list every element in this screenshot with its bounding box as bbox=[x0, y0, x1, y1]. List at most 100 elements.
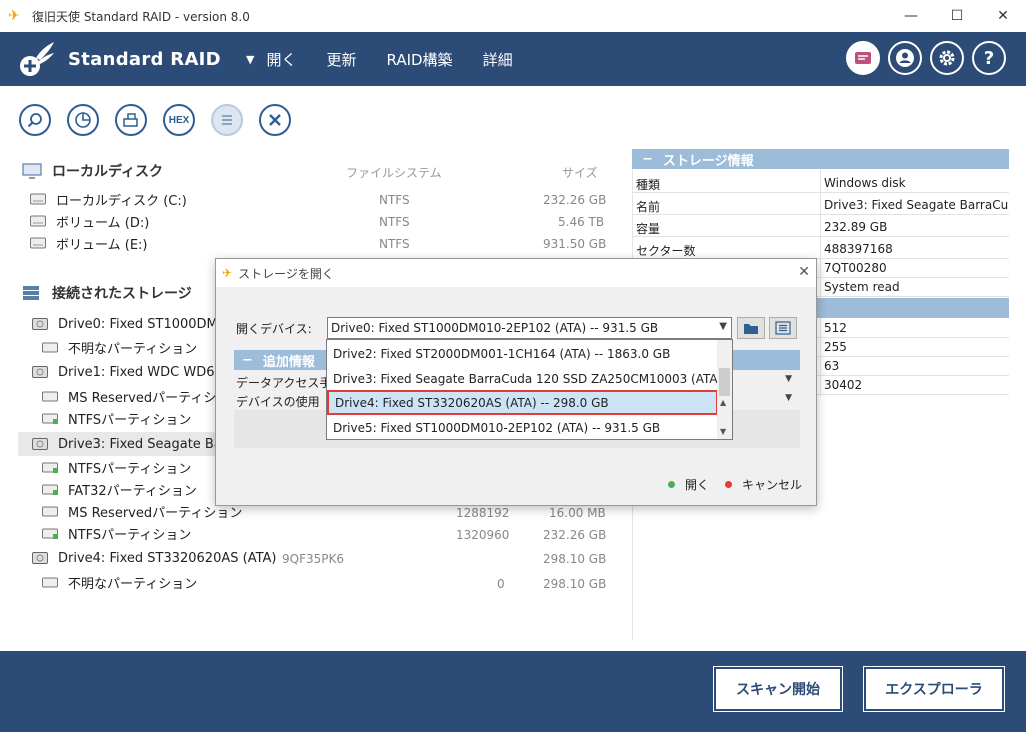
device-list-button[interactable] bbox=[769, 317, 797, 339]
window-close-button[interactable]: ✕ bbox=[980, 0, 1026, 32]
partition-tool-button[interactable] bbox=[67, 104, 99, 136]
device-select-value: Drive0: Fixed ST1000DM010-2EP102 (ATA) -… bbox=[331, 321, 659, 335]
collapse-icon[interactable]: − bbox=[642, 152, 653, 167]
local-disk-name: ボリューム (D:) bbox=[56, 215, 150, 231]
storage-row-partition[interactable]: MS Reservedパーティション bbox=[42, 500, 242, 522]
list-tool-button[interactable] bbox=[211, 104, 243, 136]
hdd-icon bbox=[32, 366, 48, 378]
chevron-down-icon[interactable]: ▼ bbox=[785, 374, 792, 384]
main-menu: ▼ 開く 更新 RAID構築 詳細 bbox=[246, 32, 543, 86]
device-select[interactable]: Drive0: Fixed ST1000DM010-2EP102 (ATA) -… bbox=[327, 317, 732, 339]
minimize-button[interactable]: — bbox=[888, 0, 934, 32]
dialog-actions: 開く キャンセル bbox=[668, 476, 802, 493]
storage-row-serial: 9QF35PK6 bbox=[282, 552, 344, 566]
menu-raid-build[interactable]: RAID構築 bbox=[387, 49, 453, 70]
storage-row-name: FAT32パーティション bbox=[68, 483, 197, 499]
menu-details[interactable]: 詳細 bbox=[483, 49, 513, 70]
close-icon bbox=[269, 114, 281, 126]
info-value: 30402 bbox=[824, 378, 863, 392]
scrollbar-thumb[interactable] bbox=[719, 368, 730, 396]
connected-storage-title: 接続されたストレージ bbox=[52, 286, 192, 302]
info-value: 7QT00280 bbox=[824, 261, 887, 275]
device-label: 開くデバイス: bbox=[236, 322, 312, 336]
register-button[interactable] bbox=[846, 41, 880, 75]
storage-row-partition[interactable]: MS Reservedパーティション bbox=[42, 385, 242, 407]
storage-row-drive[interactable]: Drive0: Fixed ST1000DM010 bbox=[32, 313, 243, 335]
ntfs-partition-icon bbox=[42, 413, 58, 424]
partition-icon bbox=[42, 342, 58, 353]
info-row: 容量 232.89 GB bbox=[632, 216, 1009, 237]
hdd-icon bbox=[32, 552, 48, 564]
scroll-down-icon[interactable]: ▼ bbox=[720, 427, 726, 436]
dropdown-option-selected[interactable]: Drive4: Fixed ST3320620AS (ATA) -- 298.0… bbox=[327, 390, 718, 415]
storage-row-drive-selected[interactable]: Drive3: Fixed Seagate Barra bbox=[32, 433, 240, 455]
pie-icon bbox=[75, 112, 91, 128]
local-disk-row[interactable]: ボリューム (D:) bbox=[30, 210, 149, 232]
chevron-down-icon[interactable]: ▼ bbox=[785, 393, 792, 403]
additional-info-title: 追加情報 bbox=[262, 354, 315, 370]
storage-row-partition[interactable]: NTFSパーティション bbox=[42, 456, 191, 478]
user-icon bbox=[896, 49, 914, 67]
open-dot-icon bbox=[668, 481, 675, 488]
dropdown-option[interactable]: Drive2: Fixed ST2000DM001-1CH164 (ATA) -… bbox=[327, 341, 718, 366]
storage-row-drive[interactable]: Drive4: Fixed ST3320620AS (ATA) bbox=[32, 547, 276, 569]
hex-tool-button[interactable]: HEX bbox=[163, 104, 195, 136]
dialog-cancel-button[interactable]: キャンセル bbox=[742, 476, 802, 493]
menu-open[interactable]: 開く bbox=[266, 49, 296, 70]
info-subheader bbox=[816, 298, 1009, 318]
local-disk-row[interactable]: ボリューム (E:) bbox=[30, 232, 147, 254]
dialog-open-button[interactable]: 開く bbox=[685, 476, 709, 493]
help-button[interactable]: ? bbox=[972, 41, 1006, 75]
local-disk-row[interactable]: ローカルディスク (C:) bbox=[30, 188, 187, 210]
storage-row-name: 不明なパーティション bbox=[68, 341, 198, 357]
storage-row-size: 298.10 GB bbox=[543, 552, 607, 566]
window-titlebar: ✈ 復旧天使 Standard RAID - version 8.0 — ☐ ✕ bbox=[0, 0, 1026, 32]
menu-refresh[interactable]: 更新 bbox=[326, 49, 356, 70]
dropdown-option[interactable]: Drive3: Fixed Seagate BarraCuda 120 SSD … bbox=[327, 366, 718, 391]
search-tool-button[interactable] bbox=[19, 104, 51, 136]
storage-row-partition[interactable]: FAT32パーティション bbox=[42, 478, 197, 500]
local-disk-fs: NTFS bbox=[379, 215, 410, 229]
storage-row-start: 1320960 bbox=[456, 528, 510, 542]
dropdown-option[interactable]: Drive5: Fixed ST1000DM010-2EP102 (ATA) -… bbox=[327, 415, 718, 440]
brand-name: Standard RAID bbox=[68, 48, 221, 70]
settings-button[interactable] bbox=[930, 41, 964, 75]
start-scan-button[interactable]: スキャン開始 bbox=[713, 666, 843, 712]
hdd-icon bbox=[32, 438, 48, 450]
storage-row-partition[interactable]: 不明なパーティション bbox=[42, 336, 197, 358]
card-icon bbox=[855, 52, 871, 64]
close-tool-button[interactable] bbox=[259, 104, 291, 136]
storage-row-drive[interactable]: Drive1: Fixed WDC WD60E bbox=[32, 361, 231, 383]
hdd-icon bbox=[30, 237, 46, 249]
browse-folder-button[interactable] bbox=[737, 317, 765, 339]
maximize-button[interactable]: ☐ bbox=[934, 0, 980, 32]
hex-icon: HEX bbox=[168, 114, 190, 126]
collapse-icon[interactable]: − bbox=[242, 353, 253, 368]
account-button[interactable] bbox=[888, 41, 922, 75]
help-icon: ? bbox=[983, 47, 995, 69]
chevron-down-icon[interactable]: ▼ bbox=[719, 321, 727, 332]
info-key: 種類 bbox=[636, 178, 661, 192]
app-logo-icon: ✈ bbox=[8, 8, 20, 24]
dialog-close-button[interactable]: ✕ bbox=[798, 264, 810, 280]
menu-caret-icon[interactable]: ▼ bbox=[246, 53, 254, 66]
footer-bar: スキャン開始 エクスプローラ bbox=[0, 651, 1026, 732]
storage-row-partition[interactable]: 不明なパーティション bbox=[42, 571, 197, 593]
magnifier-icon bbox=[27, 113, 42, 128]
explorer-button[interactable]: エクスプローラ bbox=[863, 666, 1005, 712]
monitor-icon bbox=[22, 163, 42, 179]
hdd-icon bbox=[30, 215, 46, 227]
info-value: 512 bbox=[824, 321, 847, 335]
scroll-up-icon[interactable]: ▲ bbox=[720, 398, 726, 407]
storage-row-partition[interactable]: NTFSパーティション bbox=[42, 522, 191, 544]
info-key: 名前 bbox=[636, 200, 661, 214]
local-disk-size: 232.26 GB bbox=[543, 193, 607, 207]
dialog-titlebar: ✈ ストレージを開く ✕ bbox=[216, 259, 816, 287]
local-disk-fs: NTFS bbox=[379, 193, 410, 207]
local-disk-size: 5.46 TB bbox=[558, 215, 605, 229]
image-tool-button[interactable] bbox=[115, 104, 147, 136]
info-row: 種類 Windows disk bbox=[632, 172, 1009, 193]
device-dropdown-list[interactable]: Drive2: Fixed ST2000DM001-1CH164 (ATA) -… bbox=[326, 339, 733, 440]
dropdown-scrollbar[interactable]: ▲ ▼ bbox=[717, 340, 732, 439]
storage-row-partition[interactable]: NTFSパーティション bbox=[42, 407, 191, 429]
